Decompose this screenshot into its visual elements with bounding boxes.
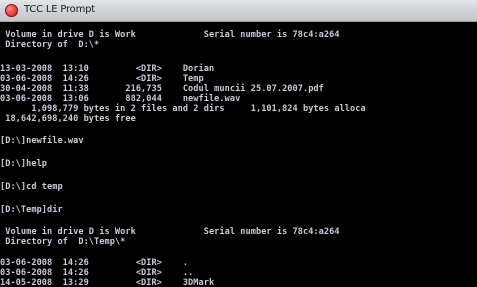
console-line-free: 18,642,698,240 bytes free <box>0 114 136 124</box>
console-line-directory: Directory of D:\Temp\* <box>0 237 126 247</box>
tcc-prompt-window: TCC LE Prompt Volume in drive D is Work … <box>0 0 477 287</box>
console-line-cmd-dir: [D:\Temp]dir <box>0 205 63 215</box>
console-line-cmd-cd: [D:\]cd temp <box>0 182 63 192</box>
console-line-directory: Directory of D:\* <box>0 40 100 50</box>
console-line-cmd-help: [D:\]help <box>0 159 48 169</box>
console-line-cmd-newfile: [D:\]newfile.wav <box>0 136 84 146</box>
title-bar[interactable]: TCC LE Prompt <box>0 0 477 22</box>
tcc-app-icon[interactable] <box>5 4 18 17</box>
console-output[interactable]: Volume in drive D is Work Serial number … <box>0 22 477 287</box>
console-line-entry-3dmark: 14-05-2008 13:29 <DIR> 3DMark <box>0 278 215 287</box>
window-title: TCC LE Prompt <box>24 4 96 15</box>
